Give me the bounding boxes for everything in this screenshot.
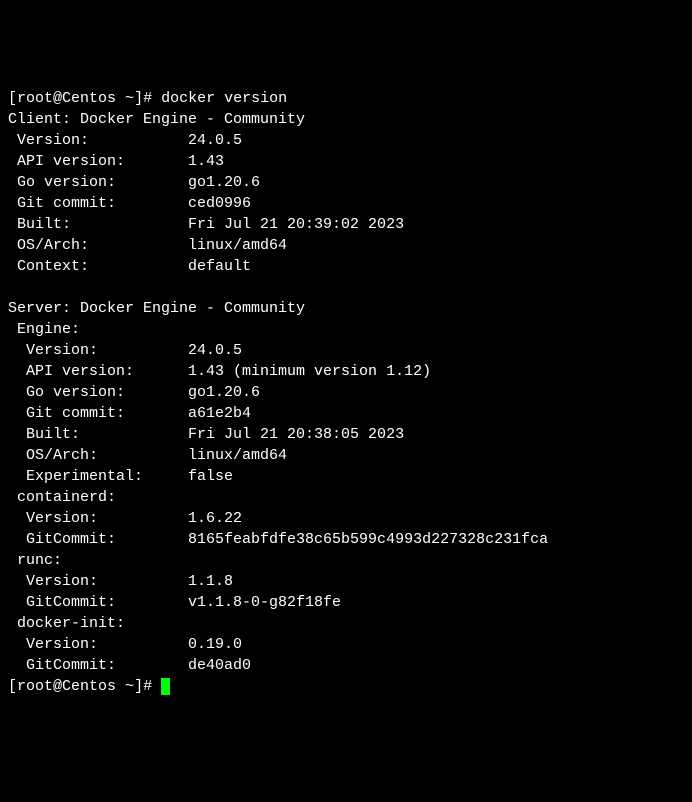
component-name: runc:: [8, 550, 684, 571]
component-name: docker-init:: [8, 613, 684, 634]
server-row: Built: Fri Jul 21 20:38:05 2023: [8, 424, 684, 445]
kv-label: Version:: [8, 510, 188, 527]
kv-label: Version:: [8, 132, 188, 149]
kv-label: GitCommit:: [8, 531, 188, 548]
kv-value: 0.19.0: [188, 636, 242, 653]
kv-value: a61e2b4: [188, 405, 251, 422]
server-row: GitCommit: 8165feabfdfe38c65b599c4993d22…: [8, 529, 684, 550]
server-row: Experimental: false: [8, 466, 684, 487]
kv-value: v1.1.8-0-g82f18fe: [188, 594, 341, 611]
server-row: GitCommit: de40ad0: [8, 655, 684, 676]
kv-value: 24.0.5: [188, 342, 242, 359]
kv-label: Built:: [8, 426, 188, 443]
kv-label: API version:: [8, 363, 188, 380]
kv-label: Built:: [8, 216, 188, 233]
terminal-output: [root@Centos ~]# docker versionClient: D…: [8, 88, 684, 697]
prompt-close-bracket: ]#: [134, 90, 161, 107]
kv-value: 1.1.8: [188, 573, 233, 590]
kv-value: ced0996: [188, 195, 251, 212]
prompt-path: ~: [116, 678, 134, 695]
client-row: Go version: go1.20.6: [8, 172, 684, 193]
prompt-user-host: root@Centos: [17, 678, 116, 695]
kv-label: Version:: [8, 573, 188, 590]
prompt-user-host: root@Centos: [17, 90, 116, 107]
kv-value: 24.0.5: [188, 132, 242, 149]
kv-value: 1.6.22: [188, 510, 242, 527]
kv-value: linux/amd64: [188, 447, 287, 464]
blank-line: [8, 277, 684, 298]
kv-label: Git commit:: [8, 405, 188, 422]
kv-value: 8165feabfdfe38c65b599c4993d227328c231fca: [188, 531, 548, 548]
server-row: Version: 1.6.22: [8, 508, 684, 529]
client-row: Git commit: ced0996: [8, 193, 684, 214]
client-header: Client: Docker Engine - Community: [8, 109, 684, 130]
prompt-line: [root@Centos ~]# docker version: [8, 88, 684, 109]
server-row: API version: 1.43 (minimum version 1.12): [8, 361, 684, 382]
kv-value: go1.20.6: [188, 174, 260, 191]
component-name: Engine:: [8, 319, 684, 340]
prompt-path: ~: [116, 90, 134, 107]
command-text: docker version: [161, 90, 287, 107]
client-row: API version: 1.43: [8, 151, 684, 172]
kv-value: Fri Jul 21 20:39:02 2023: [188, 216, 404, 233]
component-name: containerd:: [8, 487, 684, 508]
prompt-close-bracket: ]#: [134, 678, 161, 695]
server-row: Version: 0.19.0: [8, 634, 684, 655]
client-row: OS/Arch: linux/amd64: [8, 235, 684, 256]
kv-label: Go version:: [8, 384, 188, 401]
kv-label: OS/Arch:: [8, 237, 188, 254]
client-row: Version: 24.0.5: [8, 130, 684, 151]
kv-label: GitCommit:: [8, 657, 188, 674]
kv-label: Version:: [8, 342, 188, 359]
server-row: GitCommit: v1.1.8-0-g82f18fe: [8, 592, 684, 613]
kv-label: Go version:: [8, 174, 188, 191]
kv-value: linux/amd64: [188, 237, 287, 254]
kv-label: OS/Arch:: [8, 447, 188, 464]
prompt-open-bracket: [: [8, 90, 17, 107]
server-row: Version: 24.0.5: [8, 340, 684, 361]
kv-label: Experimental:: [8, 468, 188, 485]
kv-label: Version:: [8, 636, 188, 653]
server-row: Git commit: a61e2b4: [8, 403, 684, 424]
server-row: Version: 1.1.8: [8, 571, 684, 592]
prompt-line-2[interactable]: [root@Centos ~]#: [8, 676, 684, 697]
client-row: Built: Fri Jul 21 20:39:02 2023: [8, 214, 684, 235]
kv-value: false: [188, 468, 233, 485]
kv-label: Context:: [8, 258, 188, 275]
kv-label: GitCommit:: [8, 594, 188, 611]
prompt-open-bracket: [: [8, 678, 17, 695]
kv-label: API version:: [8, 153, 188, 170]
kv-value: 1.43: [188, 153, 224, 170]
kv-label: Git commit:: [8, 195, 188, 212]
kv-value: default: [188, 258, 251, 275]
server-row: OS/Arch: linux/amd64: [8, 445, 684, 466]
kv-value: de40ad0: [188, 657, 251, 674]
server-header: Server: Docker Engine - Community: [8, 298, 684, 319]
server-row: Go version: go1.20.6: [8, 382, 684, 403]
kv-value: 1.43 (minimum version 1.12): [188, 363, 431, 380]
client-row: Context: default: [8, 256, 684, 277]
kv-value: Fri Jul 21 20:38:05 2023: [188, 426, 404, 443]
kv-value: go1.20.6: [188, 384, 260, 401]
cursor-icon[interactable]: [161, 678, 170, 695]
